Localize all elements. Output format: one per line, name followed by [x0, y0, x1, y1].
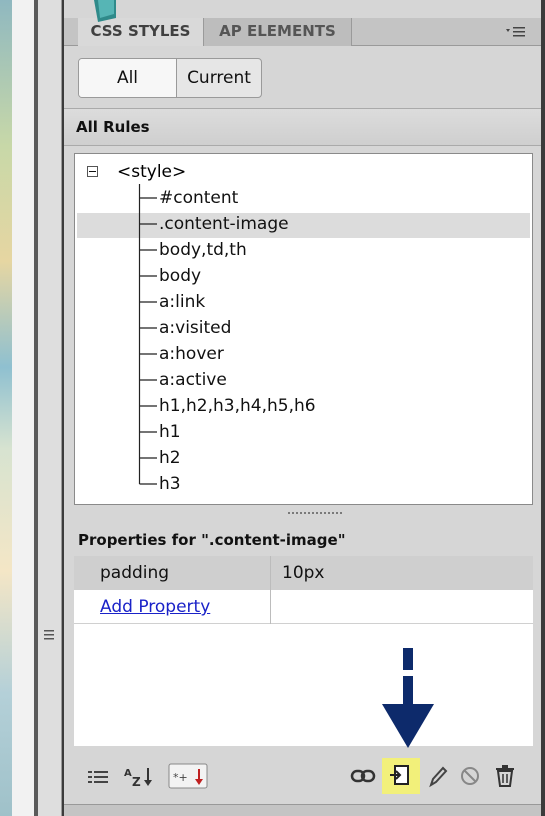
bottom-toolbar: A Z *+: [64, 748, 541, 804]
rule-item[interactable]: a:visited: [159, 316, 231, 340]
properties-header: Properties for ".content-image": [64, 524, 541, 556]
bottom-panel-strip: [64, 804, 541, 816]
rule-item[interactable]: h3: [159, 472, 181, 496]
delete-rule-icon[interactable]: [492, 762, 518, 790]
column-divider: [270, 556, 271, 590]
panel-border-right: [541, 0, 545, 816]
property-value[interactable]: 10px: [282, 556, 324, 590]
disable-property-icon[interactable]: [458, 762, 482, 790]
add-property-link[interactable]: Add Property: [100, 590, 210, 624]
panel-drag-icon: [94, 0, 116, 22]
document-edge-strip: [0, 0, 12, 816]
grip-icon[interactable]: [43, 628, 55, 642]
svg-text:A: A: [124, 768, 132, 779]
rule-item[interactable]: a:link: [159, 290, 205, 314]
set-properties-view-icon[interactable]: *+: [168, 762, 208, 790]
panel-options-icon[interactable]: [505, 24, 527, 40]
tab-ap-elements[interactable]: AP ELEMENTS: [204, 18, 352, 46]
rule-item[interactable]: body,td,th: [159, 238, 247, 262]
category-view-icon[interactable]: [86, 762, 112, 790]
rule-item[interactable]: h1,h2,h3,h4,h5,h6: [159, 394, 316, 418]
panel-collapse-strip[interactable]: [38, 0, 62, 816]
pane-splitter[interactable]: [64, 506, 541, 524]
rule-item[interactable]: #content: [159, 186, 238, 210]
gutter: [12, 0, 34, 816]
rule-item[interactable]: a:hover: [159, 342, 224, 366]
rule-item[interactable]: h1: [159, 420, 181, 444]
rules-tree: <style> #content .content-image body,td,…: [74, 153, 533, 505]
property-row[interactable]: padding 10px: [74, 556, 533, 590]
properties-grid: padding 10px Add Property: [74, 556, 533, 746]
panel-tab-strip: CSS STYLES AP ELEMENTS: [64, 18, 541, 46]
property-name[interactable]: padding: [100, 556, 169, 590]
svg-text:*+: *+: [173, 771, 188, 784]
annotation-arrow-icon: [382, 648, 434, 748]
all-rules-header[interactable]: All Rules: [64, 108, 541, 146]
current-button[interactable]: Current: [177, 59, 261, 97]
alphabetical-view-icon[interactable]: A Z: [122, 762, 158, 790]
rule-item[interactable]: a:active: [159, 368, 227, 392]
new-css-rule-icon[interactable]: [388, 762, 414, 790]
rule-item-selected[interactable]: .content-image: [159, 212, 289, 236]
rule-item[interactable]: body: [159, 264, 201, 288]
attach-stylesheet-icon[interactable]: [350, 762, 376, 790]
svg-text:Z: Z: [132, 775, 141, 789]
all-button[interactable]: All: [79, 59, 177, 97]
add-property-row: Add Property: [74, 590, 533, 624]
splitter-grip: [288, 512, 342, 514]
column-divider: [270, 590, 271, 624]
rule-item[interactable]: h2: [159, 446, 181, 470]
view-toggle: All Current: [78, 58, 262, 98]
edit-rule-icon[interactable]: [426, 762, 450, 790]
css-styles-panel: CSS STYLES AP ELEMENTS All Current All R…: [64, 0, 541, 816]
